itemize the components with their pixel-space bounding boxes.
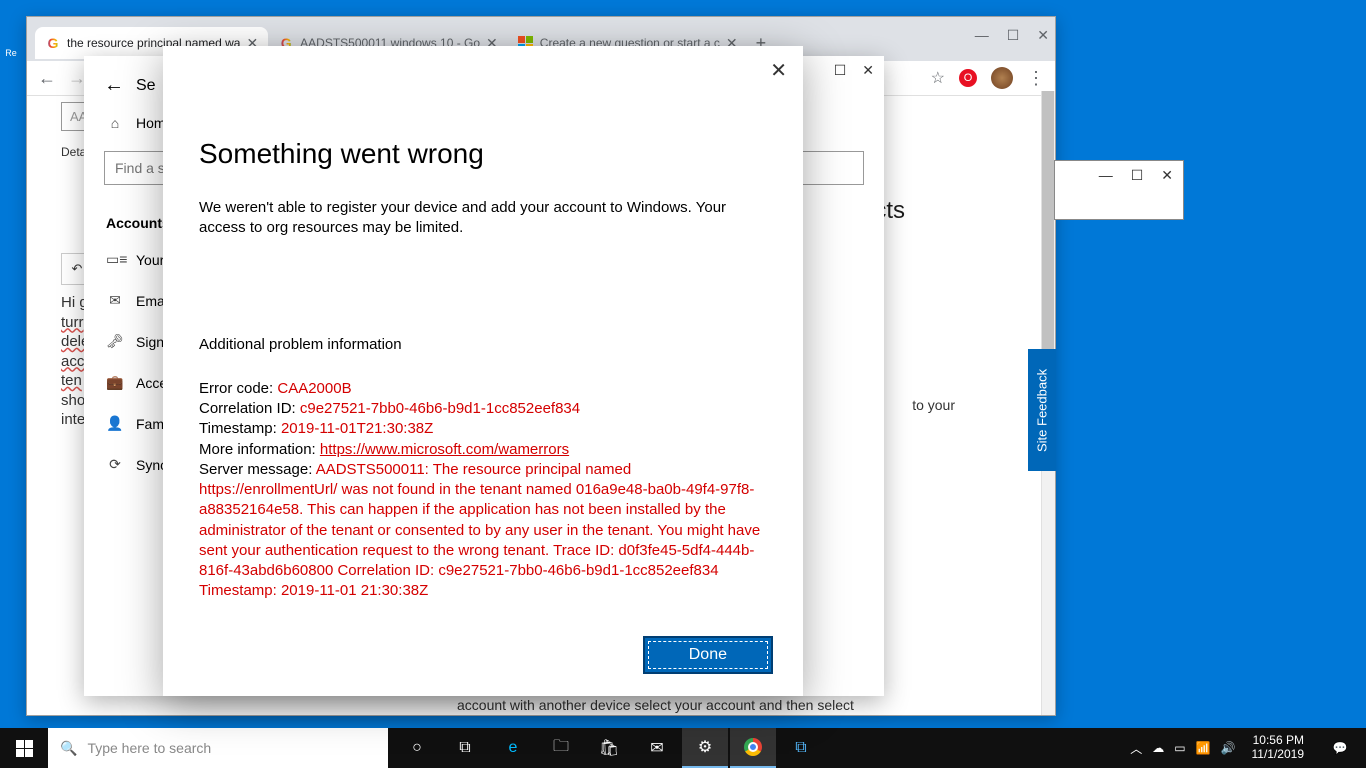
key-icon: 🗝 — [106, 333, 124, 350]
desktop-recycle-label: Re — [0, 48, 22, 58]
more-info-link[interactable]: https://www.microsoft.com/wamerrors — [320, 441, 569, 458]
mail-button[interactable]: ✉ — [634, 728, 680, 768]
nav-label: Sign — [136, 334, 164, 350]
correlation-id-value: c9e27521-7bb0-46b6-b9d1-1cc852eef834 — [300, 400, 580, 417]
timestamp-label: Timestamp: — [199, 420, 281, 437]
error-code-value: CAA2000B — [277, 380, 351, 397]
error-modal: ✕ Something went wrong We weren't able t… — [163, 46, 803, 696]
partial-body: to your — [912, 397, 955, 413]
settings-close-button[interactable]: ✕ — [862, 62, 874, 79]
settings-back-button[interactable]: ← — [104, 74, 124, 97]
clock-date: 11/1/2019 — [1252, 748, 1305, 762]
search-placeholder: Type here to search — [87, 740, 211, 756]
taskbar-clock[interactable]: 10:56 PM 11/1/2019 — [1246, 734, 1311, 762]
modal-close-button[interactable]: ✕ — [770, 58, 787, 83]
wifi-icon[interactable]: 📶 — [1196, 741, 1211, 755]
person-card-icon: ▭≡ — [106, 251, 124, 268]
battery-icon[interactable]: ▭ — [1174, 741, 1185, 755]
nav-label: Hom — [136, 115, 166, 131]
cortana-button[interactable]: ○ — [394, 728, 440, 768]
background-window: — ☐ ✕ — [1054, 160, 1184, 220]
modal-details: Error code: CAA2000B Correlation ID: c9e… — [199, 379, 767, 602]
action-center-button[interactable]: 💬 — [1320, 728, 1360, 768]
briefcase-icon: 💼 — [106, 374, 124, 391]
modal-subhead: Additional problem information — [199, 335, 767, 355]
people-icon: 👤 — [106, 415, 124, 432]
bg-min-button[interactable]: — — [1099, 167, 1113, 184]
search-icon: 🔍 — [60, 740, 77, 757]
clock-time: 10:56 PM — [1252, 734, 1305, 748]
nav-label: Ema — [136, 293, 165, 309]
tray-overflow-button[interactable]: ︿ — [1130, 740, 1142, 757]
nav-label: Accounts — [106, 215, 170, 231]
error-code-label: Error code: — [199, 380, 277, 397]
desktop-icons-strip: Re — [0, 48, 22, 528]
chrome-taskbar-button[interactable] — [730, 728, 776, 768]
taskbar: 🔍 Type here to search ○ ⧉ e 🗀 🛍 ✉ ⚙ ⧉ ︿ … — [0, 728, 1366, 768]
bg-max-button[interactable]: ☐ — [1131, 167, 1144, 184]
server-msg-value: AADSTS500011: The resource principal nam… — [199, 461, 760, 600]
taskbar-apps: ○ ⧉ e 🗀 🛍 ✉ ⚙ ⧉ — [394, 728, 824, 768]
more-info-label: More information: — [199, 441, 320, 458]
settings-title: Se — [136, 77, 156, 95]
mail-icon: ✉ — [106, 292, 124, 309]
home-icon: ⌂ — [106, 115, 124, 131]
taskbar-search[interactable]: 🔍 Type here to search — [48, 728, 388, 768]
system-tray: ︿ ☁ ▭ 📶 🔊 10:56 PM 11/1/2019 💬 — [1130, 728, 1366, 768]
file-explorer-button[interactable]: 🗀 — [538, 728, 584, 768]
server-msg-label: Server message: — [199, 461, 316, 478]
start-button[interactable] — [0, 728, 48, 768]
nav-label: Your — [136, 252, 164, 268]
edge-button[interactable]: e — [490, 728, 536, 768]
chrome-icon — [744, 738, 762, 756]
volume-icon[interactable]: 🔊 — [1221, 741, 1236, 755]
partial-body-2: account with another device select your … — [457, 697, 854, 713]
windows-logo-icon — [16, 740, 33, 757]
store-button[interactable]: 🛍 — [586, 728, 632, 768]
bg-close-button[interactable]: ✕ — [1161, 167, 1173, 184]
modal-body: We weren't able to register your device … — [199, 198, 767, 239]
timestamp-value: 2019-11-01T21:30:38Z — [281, 420, 433, 437]
yourphone-button[interactable]: ⧉ — [778, 728, 824, 768]
correlation-id-label: Correlation ID: — [199, 400, 300, 417]
done-button[interactable]: Done — [643, 636, 773, 674]
settings-maximize-button[interactable]: ☐ — [834, 62, 847, 79]
settings-button[interactable]: ⚙ — [682, 728, 728, 768]
nav-label: Fam — [136, 416, 164, 432]
task-view-button[interactable]: ⧉ — [442, 728, 488, 768]
onedrive-icon[interactable]: ☁ — [1152, 741, 1164, 755]
modal-title: Something went wrong — [199, 138, 767, 170]
sync-icon: ⟳ — [106, 456, 124, 473]
